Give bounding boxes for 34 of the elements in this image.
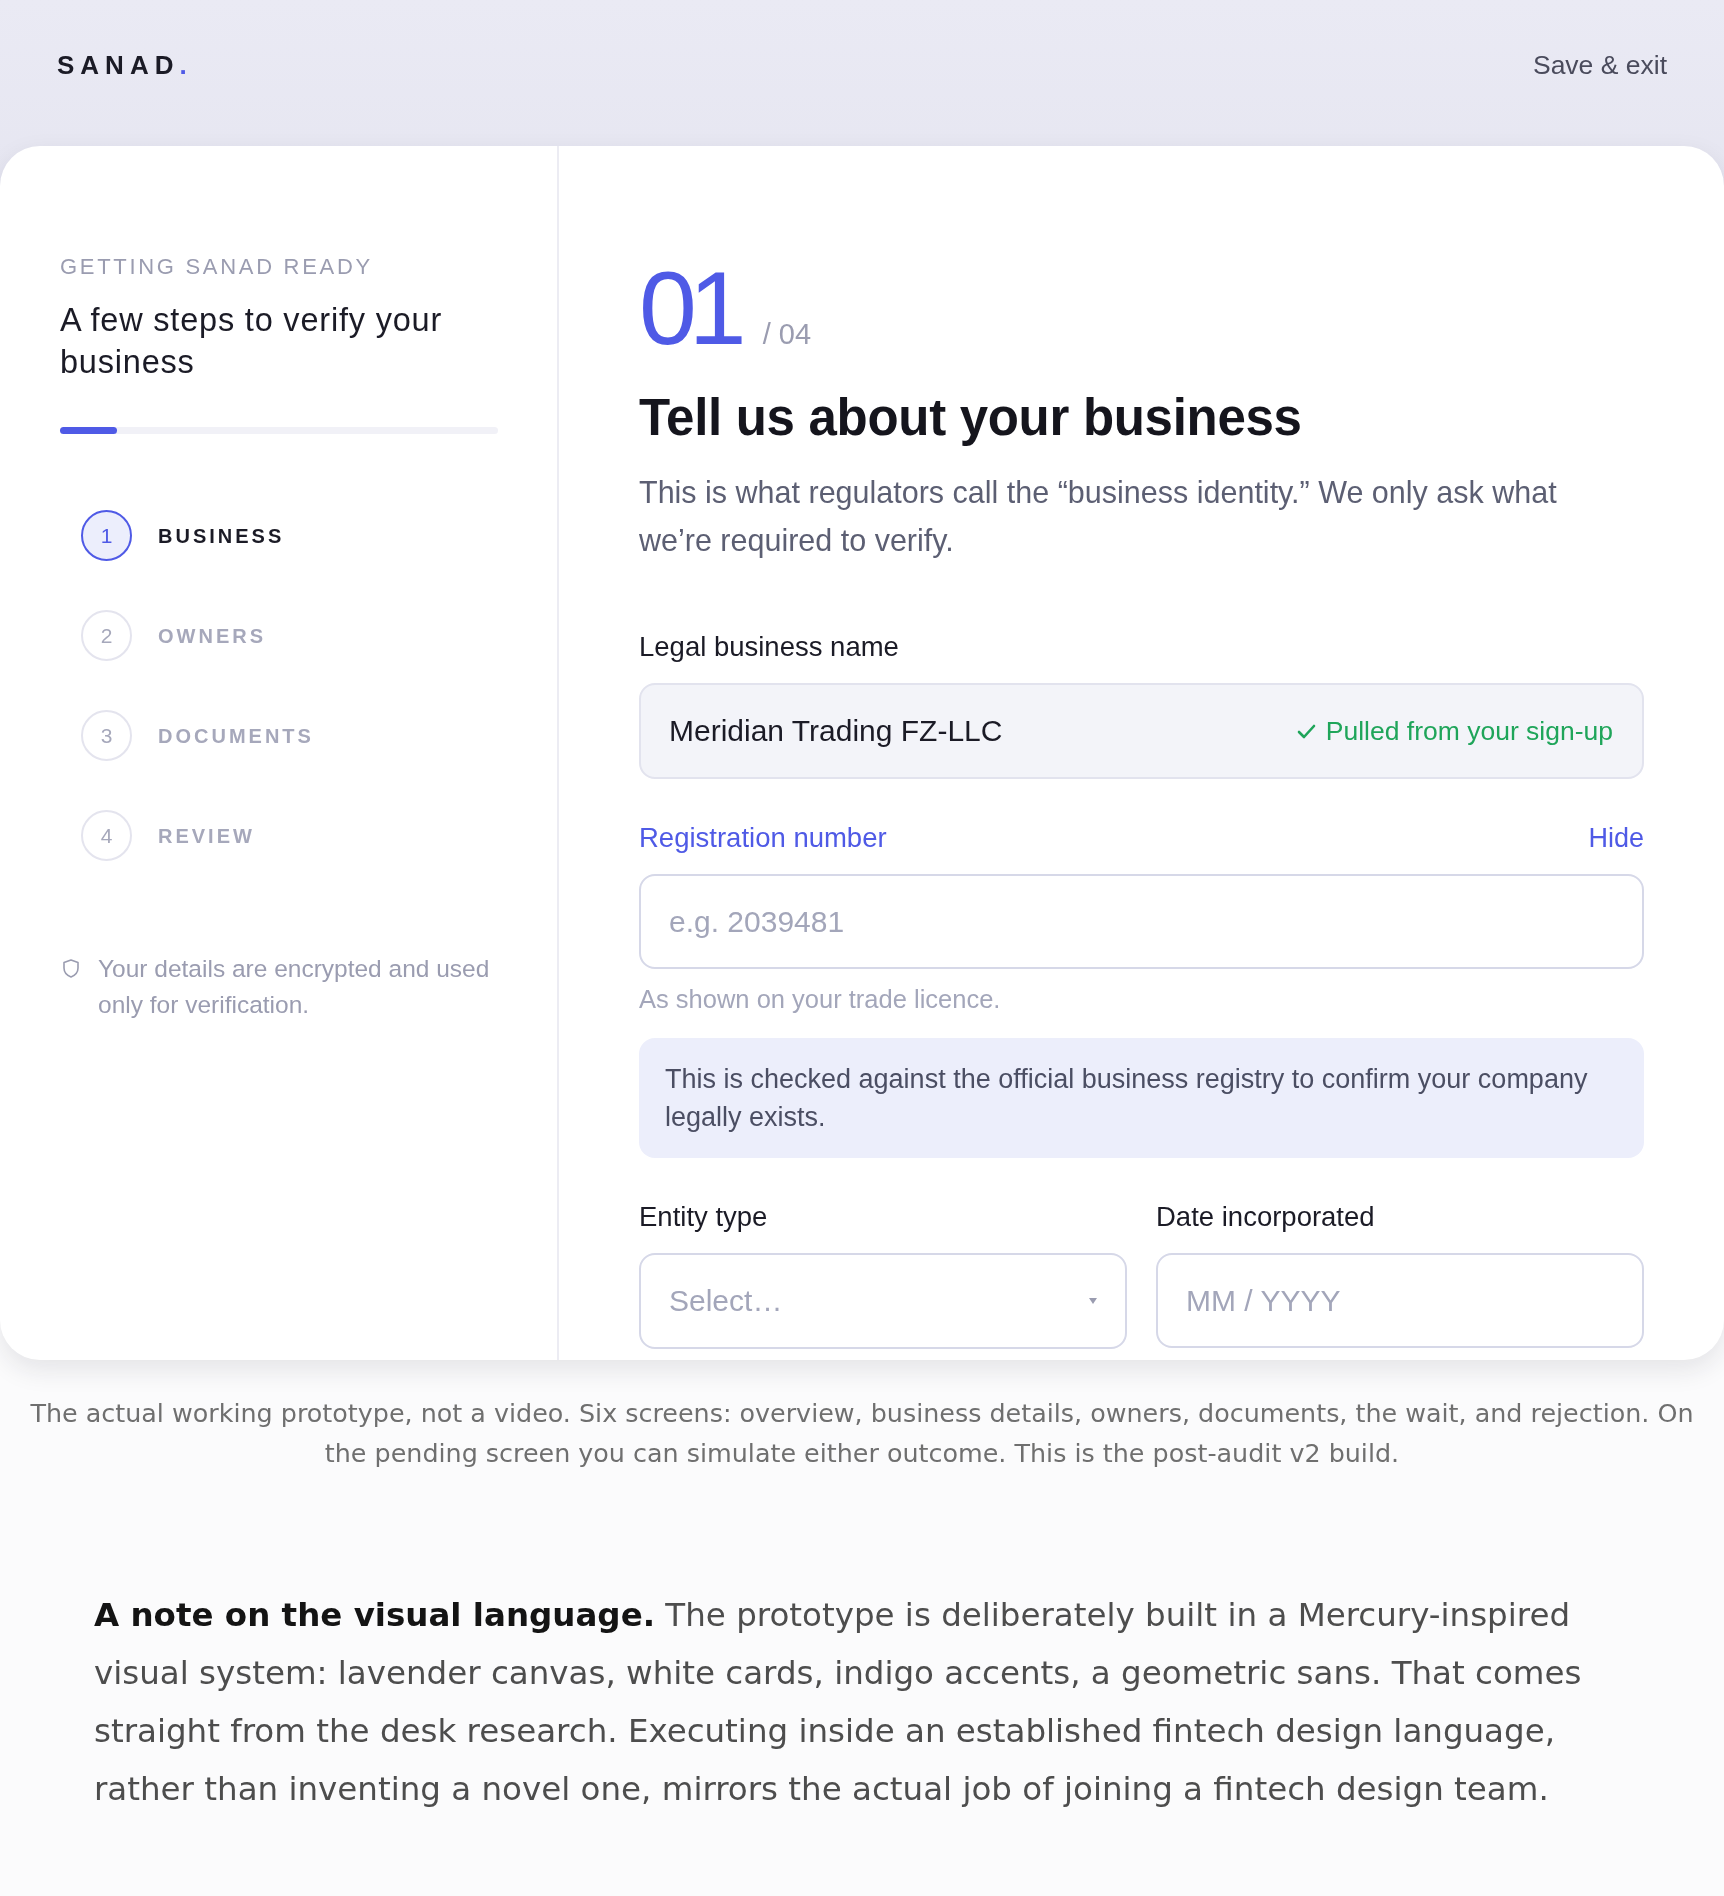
source-note: Pulled from your sign-up (1325, 715, 1613, 747)
step-number: 3 (81, 710, 132, 761)
shield-icon (63, 959, 79, 978)
field-label: Entity type (639, 1201, 768, 1233)
info-callout: This is checked against the official business registry to confirm your company legally exists. (639, 1038, 1644, 1158)
page-heading: Tell us about your business (639, 389, 1303, 447)
page-description: This is what regulators call the “business identity.” We only ask what we’re required to verify. (639, 474, 1558, 560)
sidebar-title: A few steps to verify your business (60, 301, 444, 382)
caption: The actual working prototype, not a video. Six screens: overview, business details, owners, documents, the wait, and rejection. On the pending screen you can simulate either outcome. This is the post-audit v2 build. (29, 1397, 1695, 1470)
field-hint: As shown on your trade licence. (639, 984, 1002, 1014)
step-label: REVIEW (158, 823, 255, 848)
step-label: OWNERS (158, 623, 266, 648)
field-label: Registration number (639, 822, 887, 854)
security-note: Your details are encrypted and used only for verification. (98, 954, 491, 1020)
check-icon (1296, 723, 1316, 739)
save-exit-button[interactable]: Save & exit (1532, 49, 1667, 81)
section-eyebrow: GETTING SANAD READY (60, 254, 374, 280)
step-total: / 04 (762, 317, 812, 351)
step-number: 2 (81, 610, 132, 661)
text-input[interactable]: e.g. 2039481 (639, 874, 1644, 969)
logo: SANAD. (57, 50, 193, 80)
field-label: Legal business name (639, 631, 899, 663)
design-note: A note on the visual language. The prototype is deliberately built in a Mercury-inspired visual system: lavender canvas, white cards, indigo accents, a geometric sans. That comes straight from the desk research. Executing inside an established fintech design language, rather than inventing a novel one, mirrors the actual job of joining a fintech design team. (94, 1595, 1583, 1810)
prefilled-field[interactable]: Meridian Trading FZ-LLC Pulled from your sign-up (639, 683, 1644, 779)
hide-link[interactable]: Hide (1588, 822, 1644, 854)
text-input[interactable]: MM / YYYY (1156, 1253, 1644, 1348)
step-counter: 01 (639, 256, 739, 360)
step-label: DOCUMENTS (158, 723, 314, 748)
step-number: 1 (81, 510, 132, 561)
field-label: Date incorporated (1156, 1201, 1375, 1233)
caret-icon (1089, 1298, 1097, 1304)
step-number: 4 (81, 810, 132, 861)
field-value: Meridian Trading FZ-LLC (669, 713, 1003, 749)
step-label: BUSINESS (158, 523, 285, 548)
